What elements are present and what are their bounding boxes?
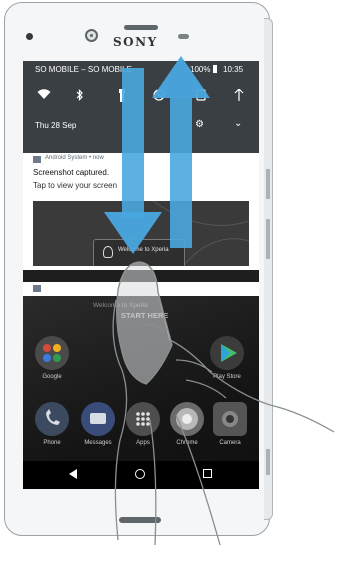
camera-label: Camera [219,440,241,446]
navigation-bar [23,461,259,489]
screenshot-notification[interactable]: Android System • now Screenshot captured… [23,153,259,270]
chrome-icon[interactable] [170,402,204,436]
earpiece-speaker [124,25,158,30]
recent-apps-icon[interactable] [203,469,212,478]
google-folder-icon[interactable] [35,336,69,370]
gear-icon[interactable]: ⚙ [195,119,204,130]
play-store-icon[interactable] [210,336,244,370]
quick-settings-date: Thu 28 Sep [35,121,77,130]
status-bar: SO MOBILE – SO MOBILE 100% 10:35 [23,61,259,79]
messages-label: Messages [84,440,112,446]
battery-percent: 100% [190,65,211,74]
status-clock: 10:35 [223,65,244,74]
phone-side-edge [264,18,273,520]
power-button [266,169,270,199]
apps-icon[interactable] [126,402,160,436]
chevron-down-icon[interactable]: ⌄ [234,118,242,129]
proximity-sensor [178,34,189,39]
home-icon[interactable] [135,469,145,479]
flashlight-icon[interactable] [118,89,126,105]
play-store-label: Play Store [213,374,241,380]
bluetooth-icon[interactable] [76,89,84,104]
start-here-label[interactable]: START HERE [121,311,168,320]
volume-button [266,219,270,259]
second-notification[interactable] [23,282,259,296]
back-icon[interactable] [69,469,77,479]
camera-icon[interactable] [213,402,247,436]
screenshot-thumbnail[interactable]: Welcome to Xperia [33,201,249,266]
lockscreen-welcome: Welcome to Xperia [93,302,148,309]
wifi-icon[interactable] [37,89,51,103]
data-icon[interactable] [234,88,244,104]
battery-icon [213,65,217,73]
phone-body: SONY SO MOBILE – SO MOBILE 100% 10:35 Th… [4,2,270,536]
carrier-label: SO MOBILE – SO MOBILE [35,65,132,74]
camera-button [266,449,270,475]
front-camera-icon [85,29,98,42]
image-icon [33,285,41,292]
notification-body: Tap to view your screen [33,181,118,190]
google-label: Google [42,374,62,380]
notification-app-name: Android System • now [45,155,104,161]
phone-icon[interactable] [35,402,69,436]
do-not-disturb-icon[interactable] [153,89,165,104]
apps-label: Apps [136,440,150,446]
quick-settings-panel: Thu 28 Sep ⚙ ⌄ [23,79,259,153]
thumbnail-text: Welcome to Xperia [118,247,169,253]
phone-screen: SO MOBILE – SO MOBILE 100% 10:35 Thu 28 … [23,61,259,489]
front-sensor-dot [26,33,33,40]
image-icon [33,156,41,163]
rotate-icon[interactable] [195,89,207,104]
bottom-speaker [119,517,161,523]
messages-icon[interactable] [81,402,115,436]
phone-label: Phone [43,440,61,446]
brand-logo: SONY [113,35,158,49]
bulb-icon [103,246,113,258]
notification-title: Screenshot captured. [33,168,110,177]
